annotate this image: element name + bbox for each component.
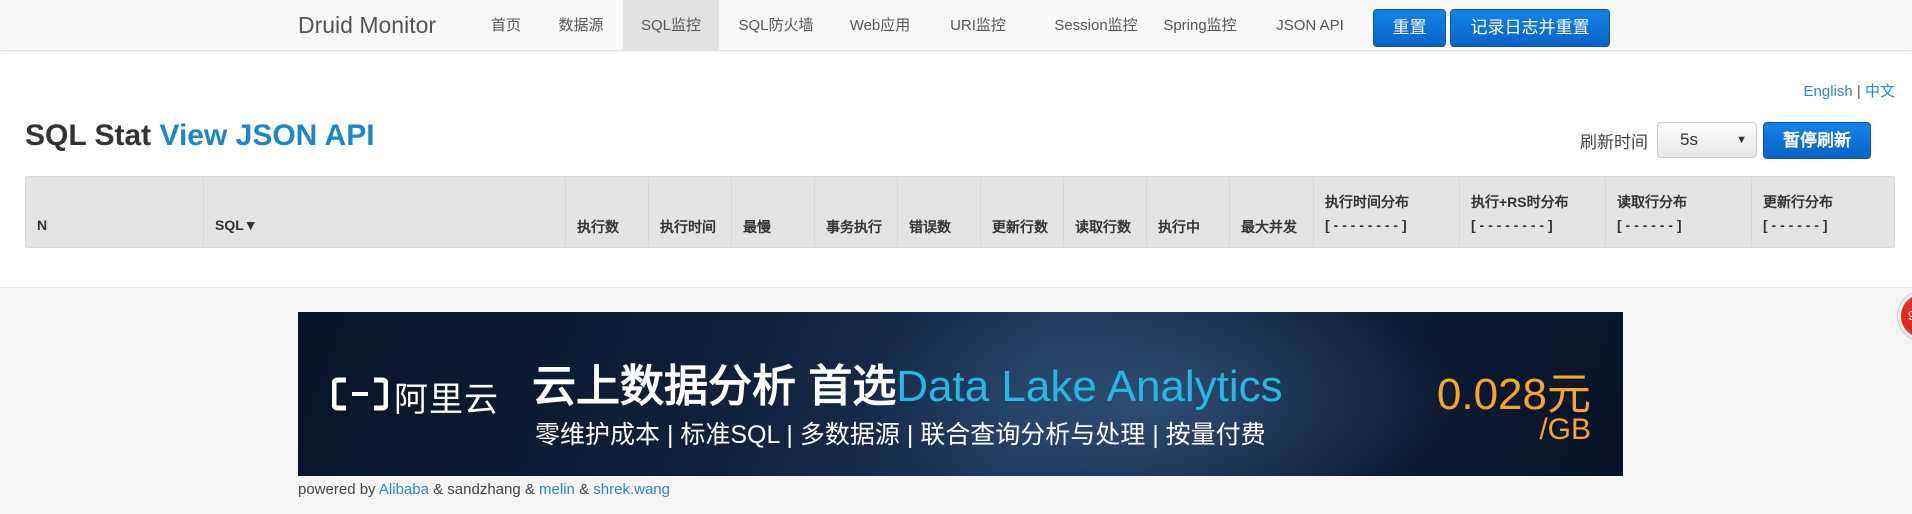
chevron-down-icon: ▼	[1736, 134, 1747, 146]
banner-headline: 云上数据分析 首选Data Lake Analytics	[532, 350, 1283, 414]
view-json-api-link[interactable]: View JSON API	[159, 119, 374, 152]
nav-item-sql-monitor[interactable]: SQL监控	[623, 0, 719, 50]
column-header-transaction[interactable]: 事务执行	[815, 177, 898, 247]
column-header-max-concurrent[interactable]: 最大并发	[1230, 177, 1314, 247]
column-header-update-rows-histogram[interactable]: 更新行分布 [ - - - - - - ]	[1752, 177, 1894, 247]
banner-headline-main: 云上数据分析 首选	[532, 362, 897, 411]
footer-link-alibaba[interactable]: Alibaba	[379, 481, 429, 498]
lang-chinese-link[interactable]: 中文	[1865, 83, 1895, 100]
nav-item-json-api[interactable]: JSON API	[1270, 0, 1350, 50]
lang-separator: |	[1856, 83, 1861, 100]
refresh-interval-value: 5s	[1680, 130, 1698, 149]
powered-by-footer: powered by Alibaba & sandzhang & melin &…	[298, 481, 670, 498]
column-header-running[interactable]: 执行中	[1147, 177, 1230, 247]
column-header-update-rows[interactable]: 更新行数	[981, 177, 1064, 247]
aliyun-ad-banner[interactable]: 阿里云 云上数据分析 首选Data Lake Analytics 零维护成本 |…	[298, 312, 1623, 476]
column-header-slowest[interactable]: 最慢	[732, 177, 815, 247]
column-header-sql[interactable]: SQL▼	[204, 177, 566, 247]
column-header-error-count[interactable]: 错误数	[898, 177, 981, 247]
log-and-reset-button[interactable]: 记录日志并重置	[1450, 9, 1610, 47]
footer-prefix: powered by	[298, 481, 376, 498]
page-title-text: SQL Stat	[25, 119, 152, 152]
footer-amp-2: &	[579, 481, 590, 498]
brand-title[interactable]: Druid Monitor	[298, 0, 436, 51]
nav-item-session-monitor[interactable]: Session监控	[1036, 0, 1156, 50]
aliyun-logo-text: 阿里云	[394, 381, 499, 419]
banner-headline-highlight: Data Lake Analytics	[896, 362, 1283, 411]
column-header-exec-time-histogram[interactable]: 执行时间分布 [ - - - - - - - - ]	[1314, 177, 1460, 247]
column-header-exec-time[interactable]: 执行时间	[649, 177, 732, 247]
sql-stat-table: N SQL▼ 执行数 执行时间 最慢 事务执行 错误数 更新行数 读取行数 执行…	[25, 176, 1895, 248]
banner-subline: 零维护成本 | 标准SQL | 多数据源 | 联合查询分析与处理 | 按量付费	[535, 421, 1266, 449]
nav-item-home[interactable]: 首页	[474, 0, 538, 50]
column-header-n[interactable]: N	[26, 177, 204, 247]
pause-refresh-button[interactable]: 暂停刷新	[1763, 122, 1871, 159]
column-header-exec-count[interactable]: 执行数	[566, 177, 649, 247]
language-switch: English | 中文	[1804, 80, 1895, 101]
column-header-exec-rs-histogram[interactable]: 执行+RS时分布 [ - - - - - - - - ]	[1460, 177, 1606, 247]
refresh-interval-label: 刷新时间	[1580, 133, 1648, 152]
refresh-interval-select[interactable]: 5s ▼	[1657, 122, 1757, 158]
top-navbar: Druid Monitor 首页 数据源 SQL监控 SQL防火墙 Web应用 …	[0, 0, 1912, 51]
reset-button[interactable]: 重置	[1373, 9, 1446, 47]
nav-item-web-app[interactable]: Web应用	[840, 0, 920, 50]
nav-item-uri-monitor[interactable]: URI监控	[940, 0, 1016, 50]
page-title: SQL Stat View JSON API	[25, 119, 375, 153]
nav-item-spring-monitor[interactable]: Spring监控	[1160, 0, 1240, 50]
banner-price-unit: /GB	[1539, 413, 1591, 446]
footer-link-melin[interactable]: melin	[539, 481, 575, 498]
column-header-read-rows-histogram[interactable]: 读取行分布 [ - - - - - - ]	[1606, 177, 1752, 247]
nav-item-datasource[interactable]: 数据源	[546, 0, 616, 50]
aliyun-logo-icon	[332, 377, 388, 411]
footer-amp-1: & sandzhang &	[433, 481, 535, 498]
footer-link-shrek[interactable]: shrek.wang	[593, 481, 670, 498]
lang-english-link[interactable]: English	[1804, 83, 1853, 100]
nav-item-sql-firewall[interactable]: SQL防火墙	[726, 0, 826, 50]
column-header-read-rows[interactable]: 读取行数	[1064, 177, 1147, 247]
